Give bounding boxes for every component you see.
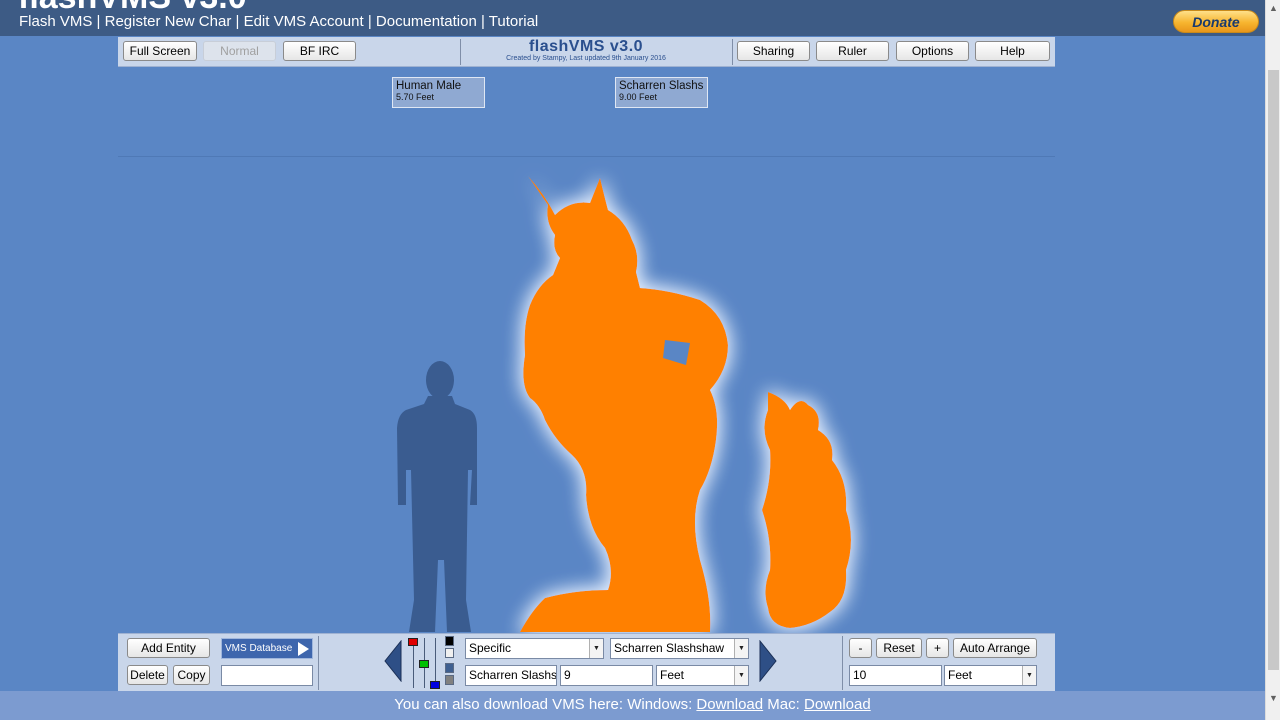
toolbar-divider [460, 39, 461, 65]
chevron-down-icon: ▼ [589, 639, 603, 658]
mode-select[interactable]: Specific ▼ [465, 638, 604, 659]
add-entity-button[interactable]: Add Entity [127, 638, 210, 658]
character-height: 9.00 Feet [619, 92, 658, 102]
toolbar-divider [732, 39, 733, 65]
options-button[interactable]: Options [896, 41, 969, 61]
app-logo: flashVMS v3.0 Created by Stampy, Last up… [468, 38, 704, 62]
app-name: flashVMS v3.0 [528, 38, 644, 55]
chevron-down-icon: ▼ [734, 666, 748, 685]
dragon-silhouette[interactable] [520, 176, 851, 632]
delete-button[interactable]: Delete [127, 665, 168, 685]
height-input[interactable]: 9 [560, 665, 653, 686]
reset-button[interactable]: Reset [876, 638, 922, 658]
character-label[interactable]: Human Male 5.70 Feet [392, 77, 485, 108]
human-silhouette[interactable] [397, 361, 477, 632]
help-button[interactable]: Help [975, 41, 1050, 61]
app-credit: Created by Stampy, Last updated 9th Janu… [506, 55, 666, 62]
ruler-value-input[interactable]: 10 [849, 665, 942, 686]
color-swatch[interactable] [445, 636, 454, 646]
copy-name-input[interactable] [221, 665, 313, 686]
vms-database-label: VMS Database [225, 643, 293, 654]
download-footer: You can also download VMS here: Windows:… [0, 691, 1265, 720]
auto-arrange-button[interactable]: Auto Arrange [953, 638, 1037, 658]
play-arrow-icon [298, 642, 309, 656]
sharing-button[interactable]: Sharing [737, 41, 810, 61]
next-arrow-icon[interactable] [758, 640, 778, 682]
height-unit-value: Feet [660, 668, 685, 682]
ruler-unit-select[interactable]: Feet ▼ [944, 665, 1037, 686]
height-unit-select[interactable]: Feet ▼ [656, 665, 749, 686]
bottom-control-panel: Add Entity VMS Database Delete Copy Spec… [118, 633, 1055, 691]
mac-download-link[interactable]: Download [804, 696, 871, 713]
character-name: Scharren Slashsh [619, 80, 704, 92]
zoom-in-button[interactable]: + [926, 638, 949, 658]
chevron-down-icon: ▼ [1022, 666, 1036, 685]
character-name: Human Male [396, 80, 462, 92]
bf-irc-button[interactable]: BF IRC [283, 41, 356, 61]
character-height: 5.70 Feet [396, 92, 435, 102]
color-swatch[interactable] [445, 663, 454, 673]
character-name-input[interactable]: Scharren Slashs [465, 665, 557, 686]
green-slider-knob[interactable] [419, 660, 429, 668]
chevron-down-icon: ▼ [734, 639, 748, 658]
top-toolbar: Full Screen Normal BF IRC flashVMS v3.0 … [118, 37, 1055, 67]
color-swatch[interactable] [445, 675, 454, 685]
windows-download-link[interactable]: Download [696, 696, 763, 713]
copy-button[interactable]: Copy [173, 665, 210, 685]
zoom-out-button[interactable]: - [849, 638, 872, 658]
ruler-button[interactable]: Ruler [816, 41, 889, 61]
normal-button[interactable]: Normal [203, 41, 276, 61]
vms-database-button[interactable]: VMS Database [221, 638, 313, 659]
blue-slider-knob[interactable] [430, 681, 440, 689]
previous-arrow-icon[interactable] [383, 640, 403, 682]
footer-mac-label: Mac: [767, 696, 800, 713]
vertical-scrollbar[interactable]: ▲ ▼ [1265, 0, 1280, 720]
red-slider-knob[interactable] [408, 638, 418, 646]
footer-text: You can also download VMS here: Windows: [394, 696, 693, 713]
character-label[interactable]: Scharren Slashsh 9.00 Feet [615, 77, 708, 108]
mode-select-value: Specific [469, 641, 512, 655]
panel-divider [842, 636, 843, 690]
color-swatch[interactable] [445, 648, 454, 658]
ruler-unit-value: Feet [948, 668, 973, 682]
panel-divider [318, 636, 319, 690]
scroll-down-arrow-icon[interactable]: ▼ [1266, 690, 1280, 707]
scroll-up-arrow-icon[interactable]: ▲ [1266, 0, 1280, 17]
scroll-thumb[interactable] [1268, 70, 1279, 670]
ground-guide-line [118, 156, 1055, 157]
character-select[interactable]: Scharren Slashshaw ▼ [610, 638, 749, 659]
full-screen-button[interactable]: Full Screen [123, 41, 197, 61]
character-select-value: Scharren Slashshaw [614, 641, 725, 655]
